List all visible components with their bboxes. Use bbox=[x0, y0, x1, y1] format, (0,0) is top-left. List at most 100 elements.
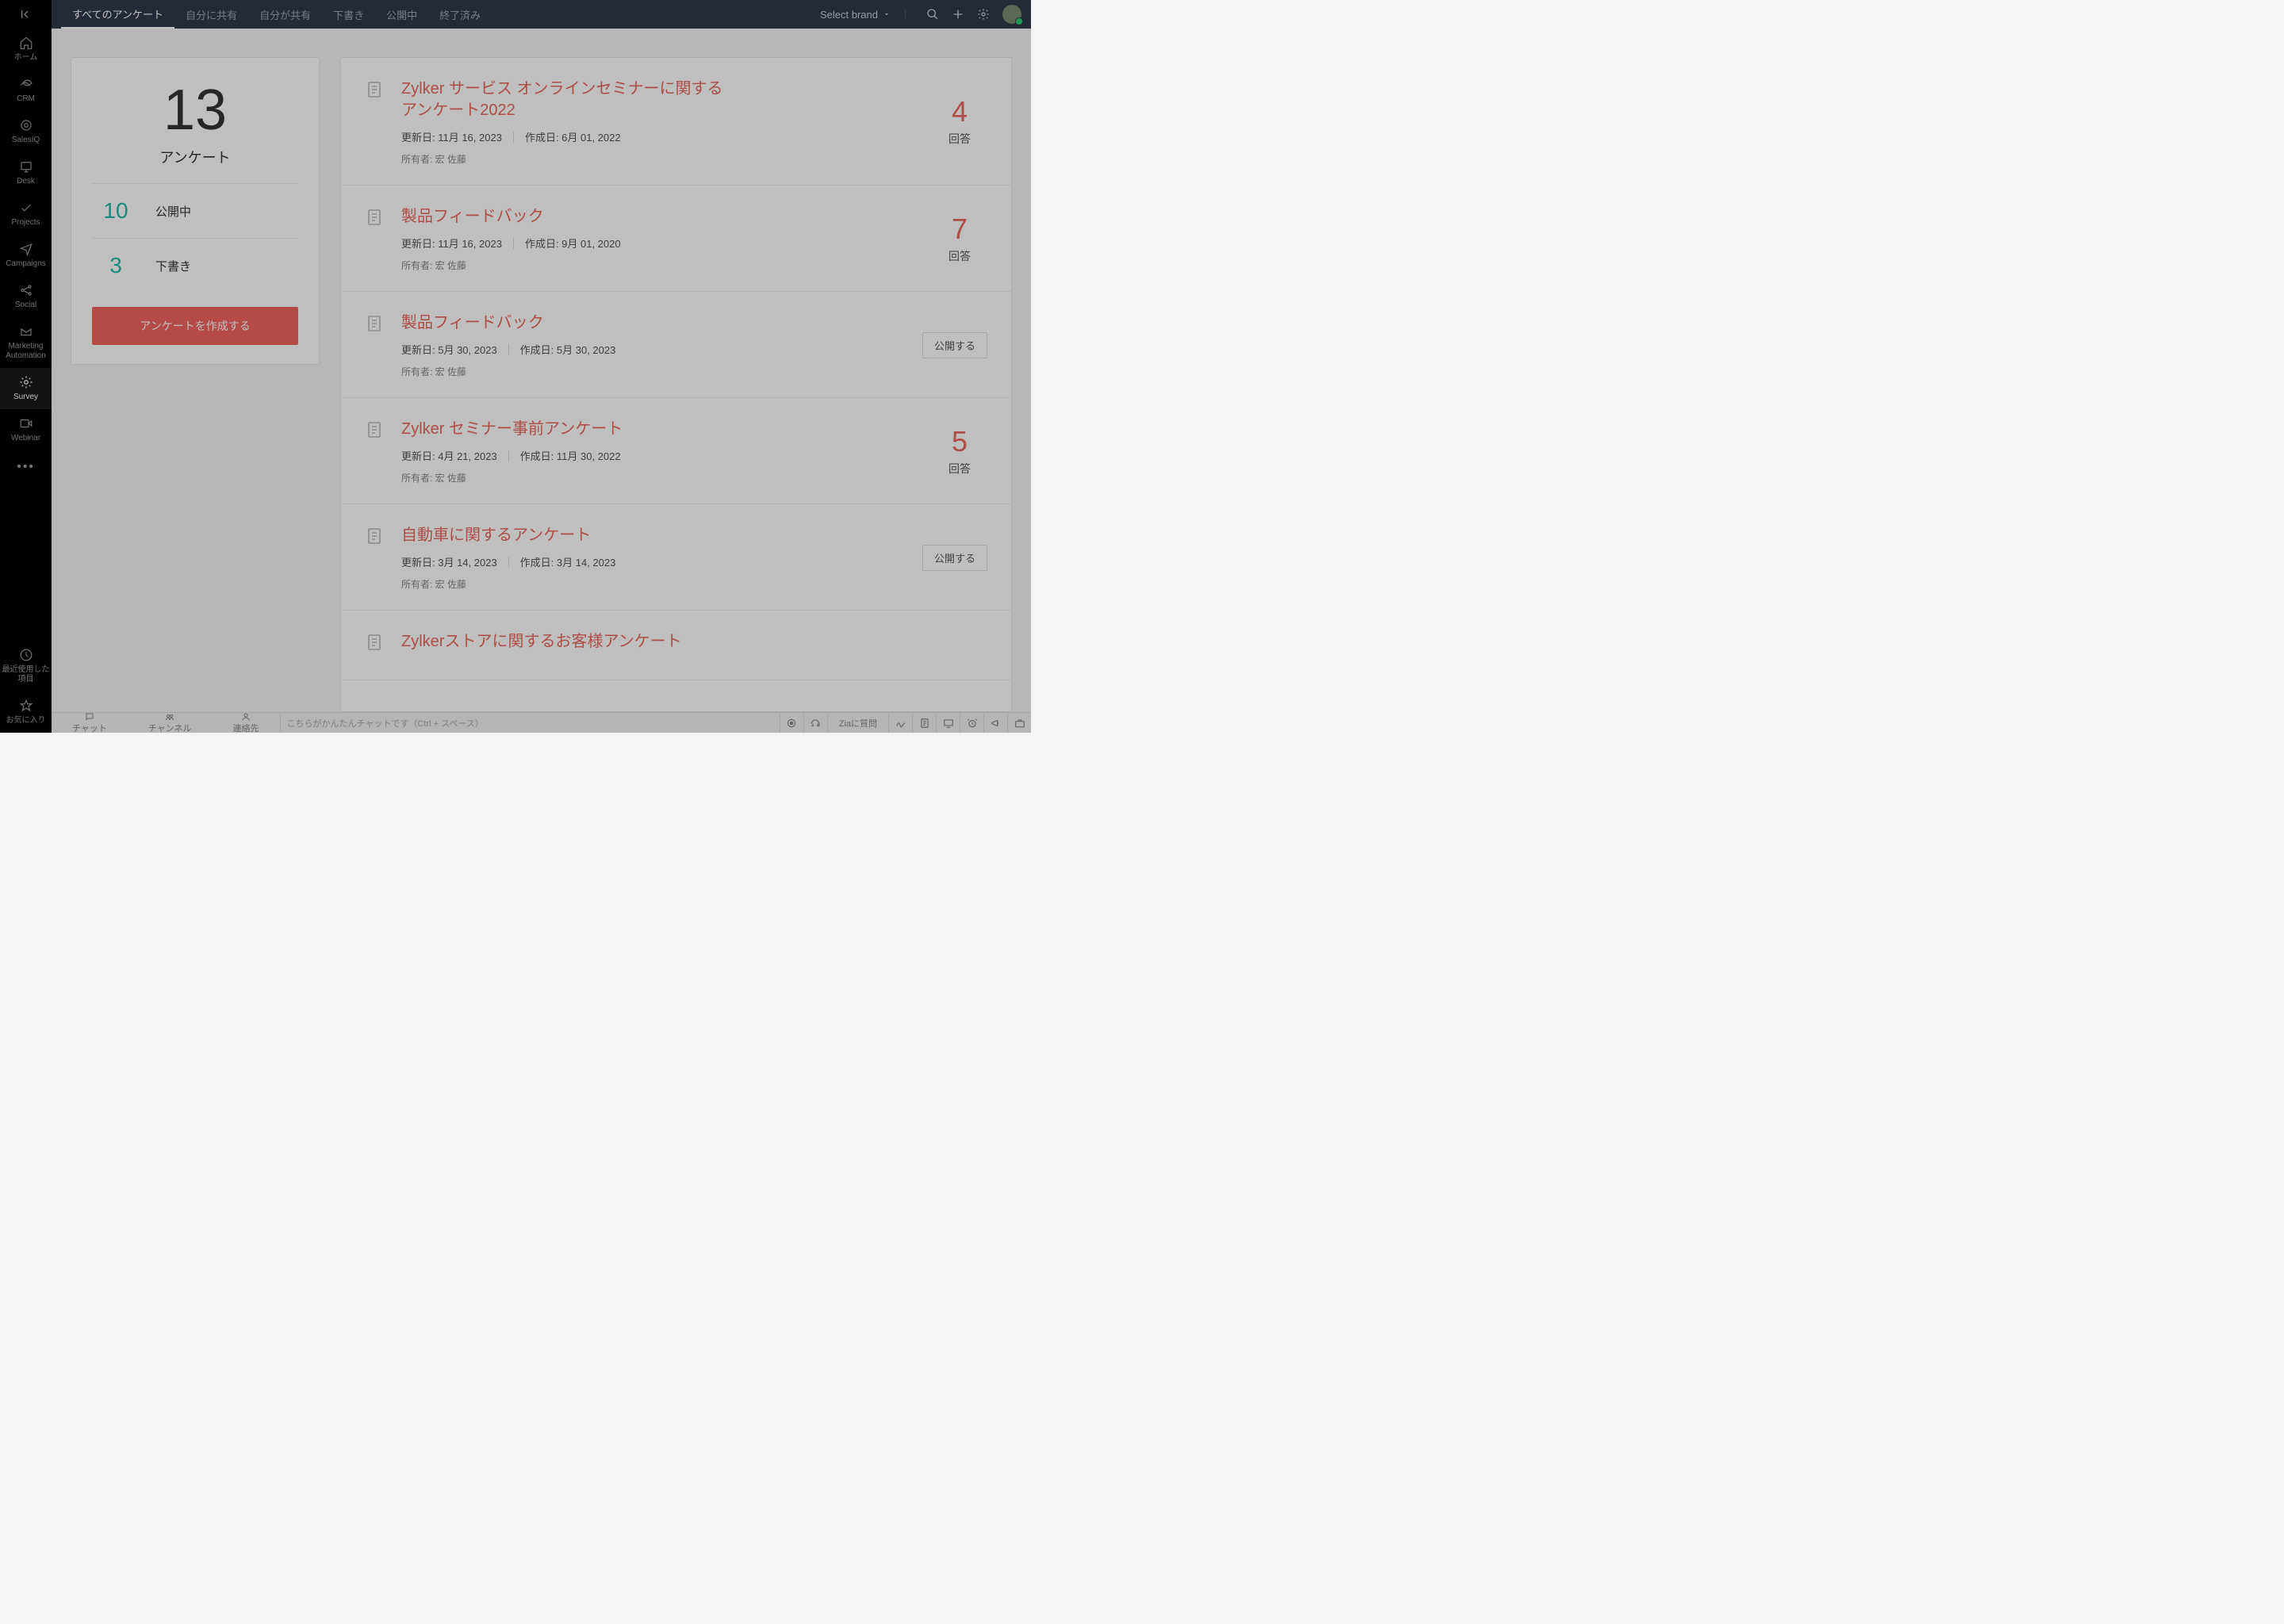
zia-ask[interactable]: Ziaに質問 bbox=[827, 713, 888, 733]
survey-title: Zylkerストアに関するお客様アンケート bbox=[401, 631, 734, 653]
settings-button[interactable] bbox=[971, 2, 996, 27]
survey-item[interactable]: 製品フィードバック更新日: 5月 30, 2023作成日: 5月 30, 202… bbox=[341, 292, 1011, 398]
sidebar-item-projects[interactable]: Projects bbox=[0, 193, 52, 235]
sidebar-label: ホーム bbox=[14, 53, 38, 63]
survey-title: Zylker サービス オンラインセミナーに関するアンケート2022 bbox=[401, 79, 734, 121]
draft-stat-row[interactable]: 3 下書き bbox=[71, 239, 319, 293]
sidebar-label: Webinar bbox=[11, 434, 40, 443]
sidebar-item-crm[interactable]: CRM bbox=[0, 70, 52, 111]
sidebar-favorites[interactable]: お気に入り bbox=[0, 691, 52, 733]
search-icon bbox=[926, 8, 939, 21]
survey-item[interactable]: Zylker セミナー事前アンケート更新日: 4月 21, 2023 作成日: 1… bbox=[341, 398, 1011, 504]
publish-button[interactable]: 公開する bbox=[922, 545, 987, 571]
create-survey-button[interactable]: アンケートを作成する bbox=[92, 307, 298, 345]
tab-label: 公開中 bbox=[386, 7, 417, 22]
total-surveys-label: アンケート bbox=[71, 147, 319, 167]
published-count: 10 bbox=[92, 198, 140, 224]
sidebar-item-social[interactable]: Social bbox=[0, 276, 52, 317]
tab-published[interactable]: 公開中 bbox=[375, 0, 428, 29]
search-button[interactable] bbox=[920, 2, 945, 27]
user-avatar[interactable] bbox=[1002, 5, 1021, 24]
document-icon bbox=[365, 420, 384, 444]
draft-label: 下書き bbox=[155, 258, 191, 274]
publish-button[interactable]: 公開する bbox=[922, 332, 987, 358]
bottombar-contacts[interactable]: 連絡先 bbox=[213, 712, 280, 734]
tab-all-surveys[interactable]: すべてのアンケート bbox=[61, 0, 174, 29]
tab-draft[interactable]: 下書き bbox=[322, 0, 375, 29]
survey-right bbox=[932, 631, 987, 661]
document-icon bbox=[365, 208, 384, 232]
brand-selector[interactable]: Select brand bbox=[820, 9, 906, 21]
survey-meta: 更新日: 3月 14, 2023作成日: 3月 14, 2023 bbox=[401, 554, 905, 569]
sidebar-item-survey[interactable]: Survey bbox=[0, 368, 52, 409]
survey-owner: 所有者: 宏 佐藤 bbox=[401, 259, 914, 272]
top-bar: すべてのアンケート 自分に共有 自分が共有 下書き 公開中 終了済み Selec… bbox=[52, 0, 1031, 29]
response-count: 5 bbox=[952, 427, 968, 456]
document-icon bbox=[365, 314, 384, 338]
tab-closed[interactable]: 終了済み bbox=[428, 0, 492, 29]
response-count: 4 bbox=[952, 98, 968, 126]
sidebar-item-home[interactable]: ホーム bbox=[0, 29, 52, 70]
survey-info: 製品フィードバック更新日: 5月 30, 2023作成日: 5月 30, 202… bbox=[401, 312, 905, 378]
chat-placeholder: こちらがかんたんチャットです（Ctrl + スペース） bbox=[287, 717, 484, 730]
collapse-sidebar-button[interactable] bbox=[0, 0, 52, 29]
sidebar-recent[interactable]: 最近使用した項目 bbox=[0, 641, 52, 691]
total-surveys-count: 13 bbox=[71, 82, 319, 139]
survey-info: Zylker セミナー事前アンケート更新日: 4月 21, 2023 作成日: 1… bbox=[401, 419, 914, 485]
quick-chat-input[interactable]: こちらがかんたんチャットです（Ctrl + スペース） bbox=[280, 713, 780, 733]
survey-item[interactable]: 製品フィードバック更新日: 11月 16, 2023作成日: 9月 01, 20… bbox=[341, 186, 1011, 292]
sidebar-item-campaigns[interactable]: Campaigns bbox=[0, 235, 52, 276]
survey-title: 製品フィードバック bbox=[401, 206, 734, 228]
survey-info: Zylker サービス オンラインセミナーに関するアンケート2022 更新日: 1… bbox=[401, 79, 914, 166]
document-icon bbox=[365, 633, 384, 657]
sidebar-label: SalesIQ bbox=[12, 136, 40, 145]
sidebar-item-salesiq[interactable]: SalesIQ bbox=[0, 111, 52, 152]
survey-info: 自動車に関するアンケート更新日: 3月 14, 2023作成日: 3月 14, … bbox=[401, 525, 905, 591]
bb-alarm-icon[interactable] bbox=[960, 713, 983, 733]
add-button[interactable] bbox=[945, 2, 971, 27]
zia-label: Ziaに質問 bbox=[839, 717, 877, 730]
survey-title: Zylker セミナー事前アンケート bbox=[401, 419, 734, 440]
created-date: 作成日: 3月 14, 2023 bbox=[520, 554, 616, 569]
survey-list[interactable]: Zylker サービス オンラインセミナーに関するアンケート2022 更新日: 1… bbox=[340, 57, 1012, 712]
bb-briefcase-icon[interactable] bbox=[1007, 713, 1031, 733]
tab-shared-with-me[interactable]: 自分に共有 bbox=[174, 0, 248, 29]
bottombar-channel[interactable]: チャンネル bbox=[128, 712, 213, 734]
tab-label: 自分に共有 bbox=[186, 7, 237, 22]
bb-signature-icon[interactable] bbox=[888, 713, 912, 733]
bb-screen-icon[interactable] bbox=[936, 713, 960, 733]
updated-date: 更新日: 11月 16, 2023 bbox=[401, 129, 502, 144]
sidebar-item-desk[interactable]: Desk bbox=[0, 152, 52, 193]
created-date: 作成日: 11月 30, 2022 bbox=[520, 448, 621, 463]
bb-note-icon[interactable] bbox=[912, 713, 936, 733]
more-apps-button[interactable]: ••• bbox=[0, 450, 52, 484]
published-label: 公開中 bbox=[155, 203, 191, 220]
survey-item[interactable]: 自動車に関するアンケート更新日: 3月 14, 2023作成日: 3月 14, … bbox=[341, 504, 1011, 611]
survey-right: 5回答 bbox=[932, 419, 987, 485]
sidebar-item-webinar[interactable]: Webinar bbox=[0, 409, 52, 450]
updated-date: 更新日: 4月 21, 2023 bbox=[401, 448, 497, 463]
sidebar-item-marketing-automation[interactable]: Marketing Automation bbox=[0, 317, 52, 368]
survey-item[interactable]: Zylker サービス オンラインセミナーに関するアンケート2022 更新日: 1… bbox=[341, 58, 1011, 186]
bottombar-chat[interactable]: チャット bbox=[52, 712, 128, 734]
tab-label: 自分が共有 bbox=[259, 7, 311, 22]
summary-card: 13 アンケート 10 公開中 3 下書き アンケートを作成する bbox=[71, 57, 320, 365]
brand-selector-label: Select brand bbox=[820, 9, 878, 21]
survey-title: 製品フィードバック bbox=[401, 312, 734, 334]
bottom-bar: チャット チャンネル 連絡先 こちらがかんたんチャットです（Ctrl + スペー… bbox=[52, 712, 1031, 733]
draft-count: 3 bbox=[92, 253, 140, 278]
bb-announce-icon[interactable] bbox=[983, 713, 1007, 733]
survey-meta: 更新日: 5月 30, 2023作成日: 5月 30, 2023 bbox=[401, 342, 905, 357]
bb-record-icon[interactable] bbox=[780, 713, 803, 733]
bb-label: チャット bbox=[72, 722, 107, 734]
survey-owner: 所有者: 宏 佐藤 bbox=[401, 152, 914, 166]
tab-shared-by-me[interactable]: 自分が共有 bbox=[248, 0, 322, 29]
response-count: 7 bbox=[952, 215, 968, 243]
document-icon bbox=[365, 527, 384, 550]
bb-label: チャンネル bbox=[148, 722, 192, 734]
survey-meta: 更新日: 4月 21, 2023 作成日: 11月 30, 2022 bbox=[401, 448, 914, 463]
sidebar-label: Social bbox=[15, 301, 36, 310]
survey-item[interactable]: Zylkerストアに関するお客様アンケート bbox=[341, 611, 1011, 680]
bb-headset-icon[interactable] bbox=[803, 713, 827, 733]
published-stat-row[interactable]: 10 公開中 bbox=[71, 184, 319, 238]
